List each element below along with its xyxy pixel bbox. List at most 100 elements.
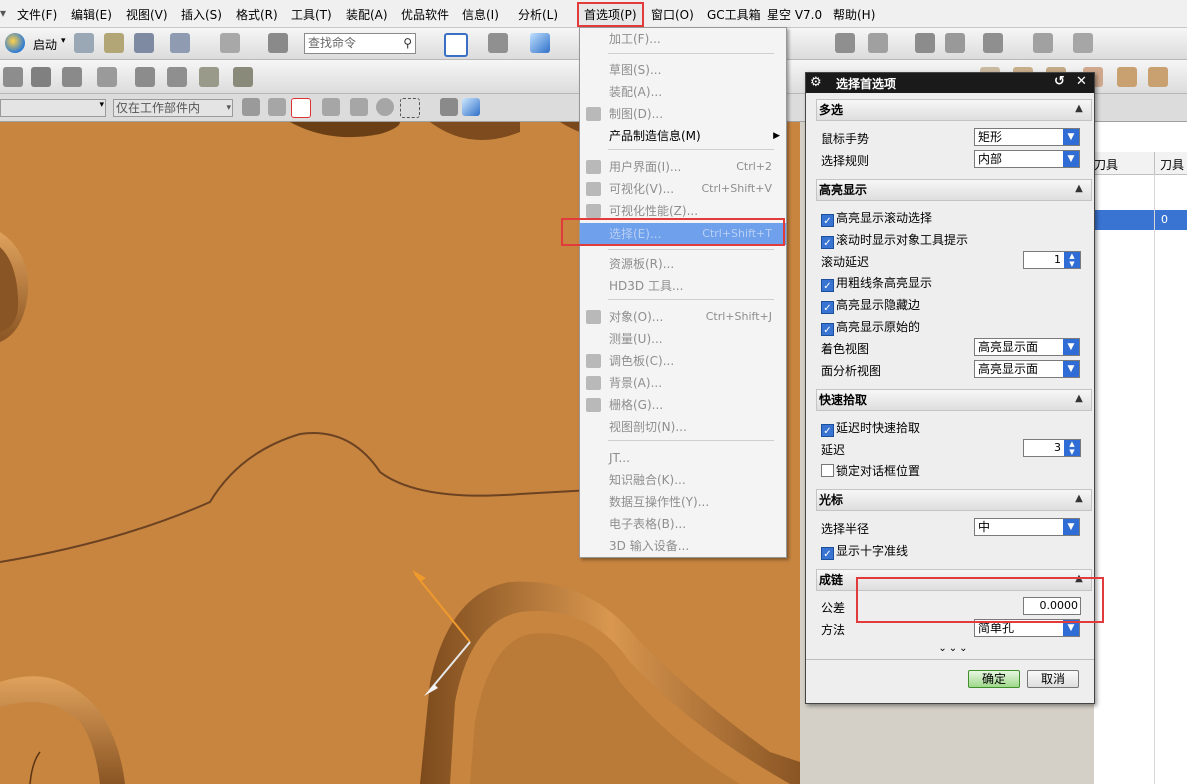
shaded-cube-icon[interactable] xyxy=(530,33,550,53)
menu-item-palette[interactable]: 调色板(C)... xyxy=(580,350,786,372)
select-feature-icon[interactable] xyxy=(268,98,286,116)
scroll-delay-spinner[interactable]: 1 ▲ ▼ xyxy=(1023,251,1081,269)
layer-icon[interactable] xyxy=(835,33,855,53)
grid-icon[interactable] xyxy=(1033,33,1053,53)
grid-selected-row[interactable]: 0 xyxy=(1094,210,1187,230)
new-file-icon[interactable] xyxy=(74,33,94,53)
start-label[interactable]: 启动 xyxy=(33,36,57,53)
menu-file[interactable]: 文件(F) xyxy=(17,6,57,23)
measure-icon[interactable] xyxy=(1073,33,1093,53)
menu-item-user-interface[interactable]: 用户界面(I)... Ctrl+2 xyxy=(580,156,786,178)
menu-item-background[interactable]: 背景(A)... xyxy=(580,372,786,394)
section-header-multiselect[interactable]: 多选 ▲ xyxy=(816,99,1092,121)
chk-crosshair[interactable]: ✓ 显示十字准线 xyxy=(821,542,908,560)
filter-settings-icon[interactable] xyxy=(242,98,260,116)
more-options-icon[interactable]: ⌄⌄⌄ xyxy=(816,643,1092,657)
show-hide-icon[interactable] xyxy=(440,98,458,116)
menu-analysis[interactable]: 分析(L) xyxy=(518,6,558,23)
face-analysis-select[interactable]: 高亮显示面 ▼ xyxy=(974,360,1080,378)
rule-select[interactable]: 内部 ▼ xyxy=(974,150,1080,168)
chk-lock-position[interactable]: 锁定对话框位置 xyxy=(821,462,920,479)
blend-icon[interactable] xyxy=(167,67,187,87)
start-icon[interactable] xyxy=(5,33,25,53)
snap-control-icon[interactable] xyxy=(350,98,368,116)
menu-item-visualization[interactable]: 可视化(V)... Ctrl+Shift+V xyxy=(580,178,786,200)
menu-item-grid[interactable]: 栅格(G)... xyxy=(580,394,786,416)
snap-point-icon[interactable] xyxy=(915,33,935,53)
menu-item-knowledge-fusion[interactable]: 知识融合(K)... xyxy=(580,469,786,491)
menu-info[interactable]: 信息(I) xyxy=(462,6,499,23)
chk-scroll-select[interactable]: ✓ 高亮显示滚动选择 xyxy=(821,209,932,227)
boolean-icon[interactable] xyxy=(135,67,155,87)
open-folder-icon[interactable] xyxy=(104,33,124,53)
revolve-icon[interactable] xyxy=(62,67,82,87)
snap-midpoint-icon[interactable] xyxy=(322,98,340,116)
chk-thick-line[interactable]: ✓ 用粗线条高亮显示 xyxy=(821,274,932,292)
scope-filter-select[interactable]: 仅在工作部件内 ▾ xyxy=(113,99,233,117)
rectangle-select-icon[interactable] xyxy=(400,98,420,118)
menu-item-measure[interactable]: 测量(U)... xyxy=(580,328,786,350)
type-filter-select[interactable]: ▾ xyxy=(0,99,106,117)
shaded-view-select[interactable]: 高亮显示面 ▼ xyxy=(974,338,1080,356)
extrude-icon[interactable] xyxy=(31,67,51,87)
menu-item-data-interop[interactable]: 数据互操作性(Y)... xyxy=(580,491,786,513)
synchronous-icon[interactable] xyxy=(233,67,253,87)
snap-center-icon[interactable] xyxy=(376,98,394,116)
save-icon[interactable] xyxy=(134,33,154,53)
menu-assembly[interactable]: 装配(A) xyxy=(346,6,388,23)
menu-item-resource-bar[interactable]: 资源板(R)... xyxy=(580,253,786,275)
search-icon[interactable]: ⚲ xyxy=(403,34,412,53)
delay-spinner[interactable]: 3 ▲ ▼ xyxy=(1023,439,1081,457)
section-header-quickpick[interactable]: 快速拾取 ▲ xyxy=(816,389,1092,411)
app-menu-glyph[interactable]: ▾ xyxy=(0,6,6,20)
menu-tools[interactable]: 工具(T) xyxy=(291,6,332,23)
menu-item-object[interactable]: 对象(O)... Ctrl+Shift+J xyxy=(580,306,786,328)
dialog-title-bar[interactable]: ⚙ 选择首选项 ↺ ✕ xyxy=(806,73,1094,93)
view-left-icon[interactable] xyxy=(1148,67,1168,87)
view-trimetric-icon[interactable] xyxy=(1117,67,1137,87)
wcs-icon[interactable] xyxy=(868,33,888,53)
close-icon[interactable]: ✕ xyxy=(1076,74,1087,89)
fit-view-icon[interactable] xyxy=(444,33,468,57)
menu-item-assembly[interactable]: 装配(A)... xyxy=(580,81,786,103)
gesture-select[interactable]: 矩形 ▼ xyxy=(974,128,1080,146)
menu-item-spreadsheet[interactable]: 电子表格(B)... xyxy=(580,513,786,535)
ok-button[interactable]: 确定 xyxy=(968,670,1020,688)
menu-item-pmi[interactable]: 产品制造信息(M) ▶ xyxy=(580,125,786,147)
render-style-icon[interactable] xyxy=(488,33,508,53)
operation-navigator-grid[interactable]: 刀具 刀具 0 xyxy=(1094,122,1187,784)
move-object-icon[interactable] xyxy=(983,33,1003,53)
menu-item-drafting[interactable]: 制图(D)... xyxy=(580,103,786,125)
analysis-icon[interactable] xyxy=(945,33,965,53)
menu-item-hd3d-tools[interactable]: HD3D 工具... xyxy=(580,275,786,297)
menu-item-sketch[interactable]: 草图(S)... xyxy=(580,59,786,81)
menu-preferences[interactable]: 首选项(P) xyxy=(577,2,644,27)
menu-item-view-section[interactable]: 视图剖切(N)... xyxy=(580,416,786,438)
menu-youpin[interactable]: 优品软件 xyxy=(401,6,449,23)
command-finder-icon[interactable] xyxy=(220,33,240,53)
undo-icon[interactable] xyxy=(170,33,190,53)
chk-original[interactable]: ✓ 高亮显示原始的 xyxy=(821,318,920,336)
menu-item-jt[interactable]: JT... xyxy=(580,447,786,469)
hole-icon[interactable] xyxy=(97,67,117,87)
cancel-button[interactable]: 取消 xyxy=(1027,670,1079,688)
chk-hidden-edges[interactable]: ✓ 高亮显示隐藏边 xyxy=(821,296,920,314)
radius-select[interactable]: 中 ▼ xyxy=(974,518,1080,536)
chamfer-icon[interactable] xyxy=(199,67,219,87)
menu-item-machining[interactable]: 加工(F)... xyxy=(580,28,786,50)
sketch-icon[interactable] xyxy=(3,67,23,87)
start-chevron-down-icon[interactable]: ▾ xyxy=(61,36,66,46)
menu-view[interactable]: 视图(V) xyxy=(126,6,168,23)
snap-endpoint-icon[interactable] xyxy=(291,98,311,118)
search-input[interactable]: 查找命令 ⚲ xyxy=(304,33,416,54)
menu-item-3d-input[interactable]: 3D 输入设备... xyxy=(580,535,786,557)
menu-edit[interactable]: 编辑(E) xyxy=(71,6,112,23)
menu-format[interactable]: 格式(R) xyxy=(236,6,278,23)
reset-icon[interactable]: ↺ xyxy=(1054,74,1065,89)
touch-mode-icon[interactable] xyxy=(268,33,288,53)
chk-delayed-quickpick[interactable]: ✓ 延迟时快速拾取 xyxy=(821,419,920,437)
chk-scroll-tooltip[interactable]: ✓ 滚动时显示对象工具提示 xyxy=(821,231,968,249)
menu-window[interactable]: 窗口(O) xyxy=(651,6,694,23)
menu-gc-toolbox[interactable]: GC工具箱 xyxy=(707,6,761,23)
menu-xingkong[interactable]: 星空 V7.0 xyxy=(767,6,822,23)
